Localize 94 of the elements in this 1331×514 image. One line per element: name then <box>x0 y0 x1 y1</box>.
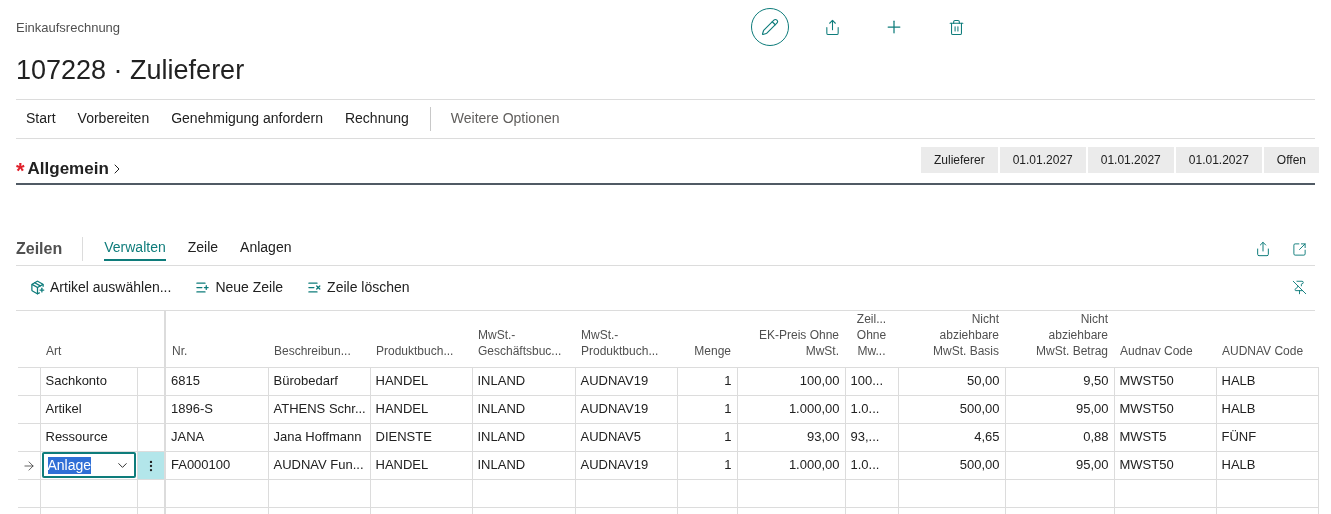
action-menu-item[interactable]: Start <box>16 99 67 138</box>
table-cell: 1.0... <box>845 395 898 423</box>
table-cell: 1 <box>677 423 737 451</box>
tab[interactable]: Zeile <box>187 237 219 261</box>
column-header[interactable]: Nicht abziehbare MwSt. Betrag <box>1005 310 1114 367</box>
table-cell: 93,00 <box>737 423 845 451</box>
column-header[interactable]: Menge <box>677 310 737 367</box>
table-cell: FÜNF <box>1216 423 1318 451</box>
required-mark: * <box>16 159 25 182</box>
toolbar-button[interactable]: Artikel auswählen... <box>16 272 184 303</box>
summary-field: Zulieferer <box>921 146 998 173</box>
pencil-icon <box>761 18 779 36</box>
column-header[interactable]: Art <box>40 310 137 367</box>
table-cell: AUDNAV19 <box>575 451 677 479</box>
table-cell: 500,00 <box>898 451 1005 479</box>
table-cell: HANDEL <box>370 451 472 479</box>
action-menu-item[interactable]: Vorbereiten <box>66 99 161 138</box>
table-cell: Bürobedarf <box>268 367 370 395</box>
table-cell: FA000100 <box>165 451 268 479</box>
column-header[interactable]: Nr. <box>165 310 268 367</box>
table-cell: JANA <box>165 423 268 451</box>
share-icon <box>823 18 841 36</box>
share-icon <box>1255 241 1271 257</box>
table-cell: 95,00 <box>1005 451 1114 479</box>
table-cell: 6815 <box>165 367 268 395</box>
toolbar-button[interactable]: Neue Zeile <box>183 272 296 303</box>
table-cell: 1.000,00 <box>737 395 845 423</box>
table-cell: DIENSTE <box>370 423 472 451</box>
column-header[interactable]: Audnav Code <box>1114 310 1216 367</box>
section-title: Zeilen <box>16 239 63 259</box>
table-cell: INLAND <box>472 423 575 451</box>
summary-field: Offen <box>1262 146 1319 173</box>
column-header[interactable]: EK-Preis Ohne MwSt. <box>737 310 845 367</box>
action-menu-item[interactable]: Rechnung <box>333 99 420 138</box>
trash-icon <box>947 18 965 36</box>
table-cell: 1.000,00 <box>737 451 845 479</box>
table-cell: 100... <box>845 367 898 395</box>
table-cell: Ressource <box>40 423 137 451</box>
table-cell: 50,00 <box>898 367 1005 395</box>
table-cell: 100,00 <box>737 367 845 395</box>
column-header[interactable]: MwSt.- Produktbuch... <box>575 310 677 367</box>
table-cell: 1 <box>677 395 737 423</box>
column-header[interactable]: MwSt.- Geschäftsbuc... <box>472 310 575 367</box>
table-cell: 1 <box>677 451 737 479</box>
table-cell: Artikel <box>40 395 137 423</box>
breadcrumb: Einkaufsrechnung <box>16 19 121 37</box>
column-header[interactable]: Nicht abziehbare MwSt. Basis <box>898 310 1005 367</box>
tab[interactable]: Verwalten <box>104 237 166 261</box>
table-cell: HANDEL <box>370 367 472 395</box>
table-cell: MWST50 <box>1114 367 1216 395</box>
column-header[interactable]: Beschreibun... <box>268 310 370 367</box>
table-cell: MWST50 <box>1114 395 1216 423</box>
box-icon <box>30 280 45 295</box>
column-header[interactable]: AUDNAV Code <box>1216 310 1318 367</box>
table-cell: AUDNAV Fun... <box>268 451 370 479</box>
pin-icon <box>1291 280 1307 295</box>
list-plus-icon <box>195 280 211 295</box>
table-cell: HALB <box>1216 451 1318 479</box>
tab[interactable]: Anlagen <box>240 237 292 261</box>
type-dropdown[interactable]: Anlage <box>41 452 136 478</box>
table-cell: AUDNAV5 <box>575 423 677 451</box>
table-cell: AUDNAV19 <box>575 395 677 423</box>
table-cell: Jana Hoffmann <box>268 423 370 451</box>
table-cell: 9,50 <box>1005 367 1114 395</box>
table-cell: MWST50 <box>1114 451 1216 479</box>
action-menu-item[interactable]: Genehmigung anfordern <box>160 99 334 138</box>
table-cell: 1.0... <box>845 451 898 479</box>
table-cell: 4,65 <box>898 423 1005 451</box>
table-cell: 0,88 <box>1005 423 1114 451</box>
table-cell: 95,00 <box>1005 395 1114 423</box>
table-cell: Sachkonto <box>40 367 137 395</box>
page-title: 107228 · Zulieferer <box>16 53 245 87</box>
column-header[interactable]: Zeil... Ohne Mw... <box>845 310 898 367</box>
summary-field: 01.01.2027 <box>1086 146 1174 173</box>
summary-field: 01.01.2027 <box>1174 146 1262 173</box>
column-header[interactable]: Produktbuch... <box>370 310 472 367</box>
table-cell: HALB <box>1216 395 1318 423</box>
toolbar-button[interactable]: Zeile löschen <box>295 272 422 303</box>
table-cell: ATHENS Schr... <box>268 395 370 423</box>
table-cell: INLAND <box>472 451 575 479</box>
more-options-menu[interactable]: Weitere Optionen <box>440 99 570 138</box>
summary-field: 01.01.2027 <box>998 146 1086 173</box>
expand-icon <box>1291 241 1307 257</box>
table-cell: 500,00 <box>898 395 1005 423</box>
table-cell: HANDEL <box>370 395 472 423</box>
table-cell: 1896-S <box>165 395 268 423</box>
table-cell: INLAND <box>472 395 575 423</box>
list-remove-icon <box>307 280 323 295</box>
table-cell: MWST5 <box>1114 423 1216 451</box>
table-cell: HALB <box>1216 367 1318 395</box>
table-cell: INLAND <box>472 367 575 395</box>
table-cell: AUDNAV19 <box>575 367 677 395</box>
table-cell: 93,... <box>845 423 898 451</box>
table-cell: 1 <box>677 367 737 395</box>
